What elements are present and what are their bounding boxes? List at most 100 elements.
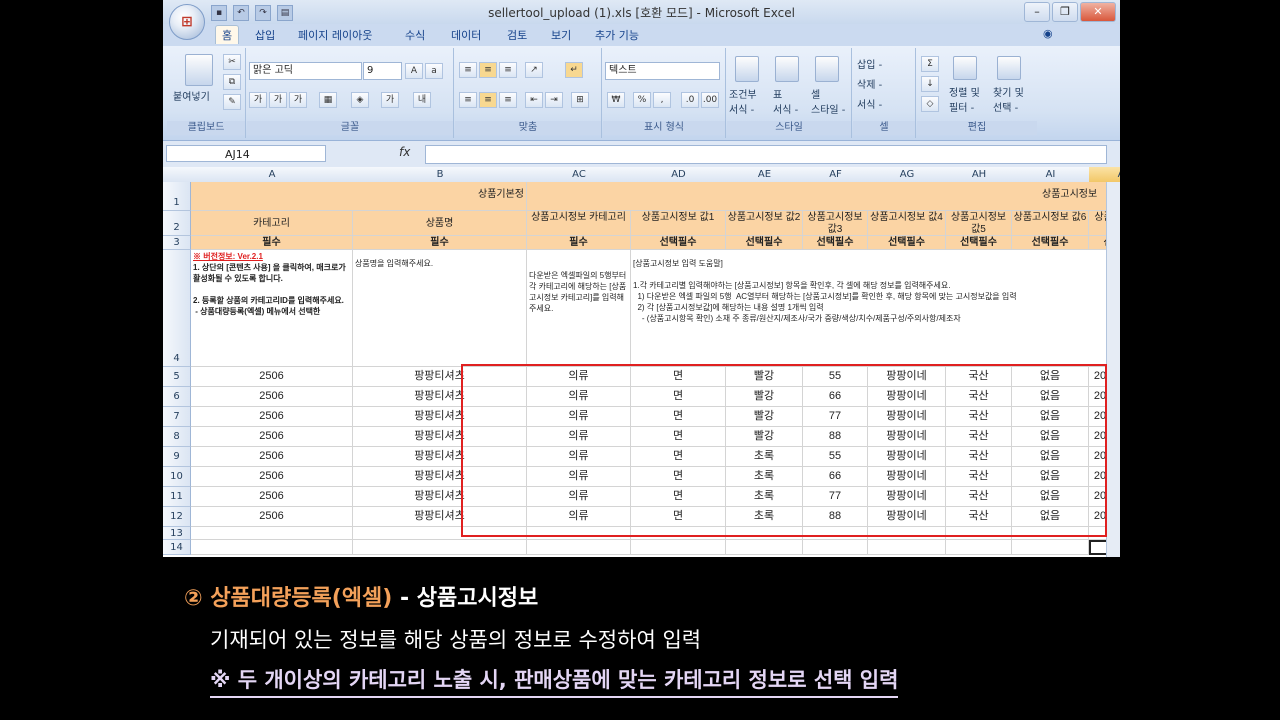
- cell-empty-row13[interactable]: [191, 527, 353, 540]
- paste-icon[interactable]: [185, 54, 213, 86]
- find-select-button[interactable]: 찾기 및 선택 -: [993, 84, 1024, 114]
- cell-a-row5[interactable]: 2506: [191, 367, 353, 387]
- help-icon[interactable]: ◉: [1043, 27, 1053, 40]
- minimize-button[interactable]: –: [1024, 2, 1050, 22]
- format-painter-icon[interactable]: ✎: [223, 94, 241, 110]
- sort-filter-button[interactable]: 정렬 및 필터 -: [949, 84, 980, 114]
- align-top-icon[interactable]: ≡: [459, 62, 477, 78]
- row-header-9[interactable]: 9: [163, 447, 191, 467]
- row-header-8[interactable]: 8: [163, 427, 191, 447]
- cell-a-row7[interactable]: 2506: [191, 407, 353, 427]
- row-header-3[interactable]: 3: [163, 236, 191, 250]
- font-name-combo[interactable]: 맑은 고딕: [249, 62, 362, 80]
- decrease-indent-icon[interactable]: ⇤: [525, 92, 543, 108]
- cell-empty-row14[interactable]: [527, 540, 631, 555]
- increase-indent-icon[interactable]: ⇥: [545, 92, 563, 108]
- tab-addins[interactable]: 추가 기능: [595, 27, 639, 43]
- align-middle-icon[interactable]: ≡: [479, 62, 497, 78]
- format-table-icon[interactable]: [775, 56, 799, 82]
- row-header-7[interactable]: 7: [163, 407, 191, 427]
- tab-view[interactable]: 보기: [551, 27, 571, 43]
- tab-home[interactable]: 홈: [215, 25, 240, 44]
- cell-empty-row14[interactable]: [803, 540, 868, 555]
- align-center-icon[interactable]: ≡: [479, 92, 497, 108]
- clear-icon[interactable]: ◇: [921, 96, 939, 112]
- column-header-aj[interactable]: AJ: [1089, 167, 1120, 183]
- cell-a-row6[interactable]: 2506: [191, 387, 353, 407]
- font-color-icon[interactable]: 가: [381, 92, 399, 108]
- column-header-ad[interactable]: AD: [631, 167, 727, 183]
- cell-empty-row14[interactable]: [191, 540, 353, 555]
- tab-insert[interactable]: 삽입: [255, 27, 275, 43]
- tab-data[interactable]: 데이터: [451, 27, 481, 43]
- find-select-icon[interactable]: [997, 56, 1021, 80]
- tab-formulas[interactable]: 수식: [405, 27, 425, 43]
- vertical-scrollbar[interactable]: [1106, 182, 1120, 557]
- shrink-font-icon[interactable]: a: [425, 63, 443, 79]
- column-header-ae[interactable]: AE: [726, 167, 804, 183]
- grow-font-icon[interactable]: A: [405, 63, 423, 79]
- cell-empty-row14[interactable]: [631, 540, 726, 555]
- tab-page-layout[interactable]: 페이지 레이아웃: [298, 27, 372, 43]
- phonetic-icon[interactable]: 내: [413, 92, 431, 108]
- font-size-combo[interactable]: 9: [363, 62, 402, 80]
- conditional-format-icon[interactable]: [735, 56, 759, 82]
- percent-icon[interactable]: %: [633, 92, 651, 108]
- select-all-corner[interactable]: [163, 167, 192, 183]
- fill-icon[interactable]: ↓: [921, 76, 939, 92]
- cell-a-row8[interactable]: 2506: [191, 427, 353, 447]
- office-button-icon[interactable]: ⊞: [169, 4, 205, 40]
- align-right-icon[interactable]: ≡: [499, 92, 517, 108]
- column-header-a[interactable]: A: [191, 167, 354, 183]
- row-header-12[interactable]: 12: [163, 507, 191, 527]
- fill-color-icon[interactable]: ◈: [351, 92, 369, 108]
- merge-center-icon[interactable]: ⊞: [571, 92, 589, 108]
- row-header-10[interactable]: 10: [163, 467, 191, 487]
- cell-a-row10[interactable]: 2506: [191, 467, 353, 487]
- number-format-combo[interactable]: 텍스트: [605, 62, 720, 80]
- underline-icon[interactable]: 가: [289, 92, 307, 108]
- cell-empty-row14[interactable]: [946, 540, 1012, 555]
- copy-icon[interactable]: ⧉: [223, 74, 241, 90]
- cell-a-row9[interactable]: 2506: [191, 447, 353, 467]
- row-header-5[interactable]: 5: [163, 367, 191, 387]
- row-header-13[interactable]: 13: [163, 527, 191, 540]
- cell-empty-row14[interactable]: [868, 540, 946, 555]
- cell-empty-row14[interactable]: [353, 540, 527, 555]
- column-header-ah[interactable]: AH: [946, 167, 1013, 183]
- cell-empty-row14[interactable]: [1012, 540, 1089, 555]
- comma-icon[interactable]: ,: [653, 92, 671, 108]
- cell-styles-icon[interactable]: [815, 56, 839, 82]
- column-header-b[interactable]: B: [353, 167, 528, 183]
- column-header-ag[interactable]: AG: [868, 167, 947, 183]
- column-header-af[interactable]: AF: [803, 167, 869, 183]
- row-header-1[interactable]: 1: [163, 182, 191, 211]
- cell-a-row11[interactable]: 2506: [191, 487, 353, 507]
- column-header-ac[interactable]: AC: [527, 167, 632, 183]
- insert-cells-button[interactable]: 삽입 -: [857, 56, 882, 71]
- format-table-button[interactable]: 표 서식 -: [773, 86, 798, 116]
- sort-filter-icon[interactable]: [953, 56, 977, 80]
- row-header-6[interactable]: 6: [163, 387, 191, 407]
- paste-button[interactable]: 붙여넣기: [173, 88, 210, 103]
- fx-icon[interactable]: fx: [399, 145, 410, 159]
- name-box[interactable]: AJ14: [166, 145, 326, 162]
- cell-styles-button[interactable]: 셀 스타일 -: [811, 86, 845, 116]
- formula-input[interactable]: [425, 145, 1107, 164]
- row-header-2[interactable]: 2: [163, 211, 191, 236]
- format-cells-button[interactable]: 서식 -: [857, 96, 882, 111]
- column-header-ai[interactable]: AI: [1012, 167, 1090, 183]
- row-header-11[interactable]: 11: [163, 487, 191, 507]
- cut-icon[interactable]: ✂: [223, 54, 241, 70]
- bold-icon[interactable]: 가: [249, 92, 267, 108]
- border-icon[interactable]: ▦: [319, 92, 337, 108]
- align-left-icon[interactable]: ≡: [459, 92, 477, 108]
- currency-icon[interactable]: ₩: [607, 92, 625, 108]
- orientation-icon[interactable]: ↗: [525, 62, 543, 78]
- close-button[interactable]: ✕: [1080, 2, 1116, 22]
- increase-decimal-icon[interactable]: .0: [681, 92, 699, 108]
- row-header-14[interactable]: 14: [163, 540, 191, 555]
- autosum-icon[interactable]: Σ: [921, 56, 939, 72]
- italic-icon[interactable]: 가: [269, 92, 287, 108]
- delete-cells-button[interactable]: 삭제 -: [857, 76, 882, 91]
